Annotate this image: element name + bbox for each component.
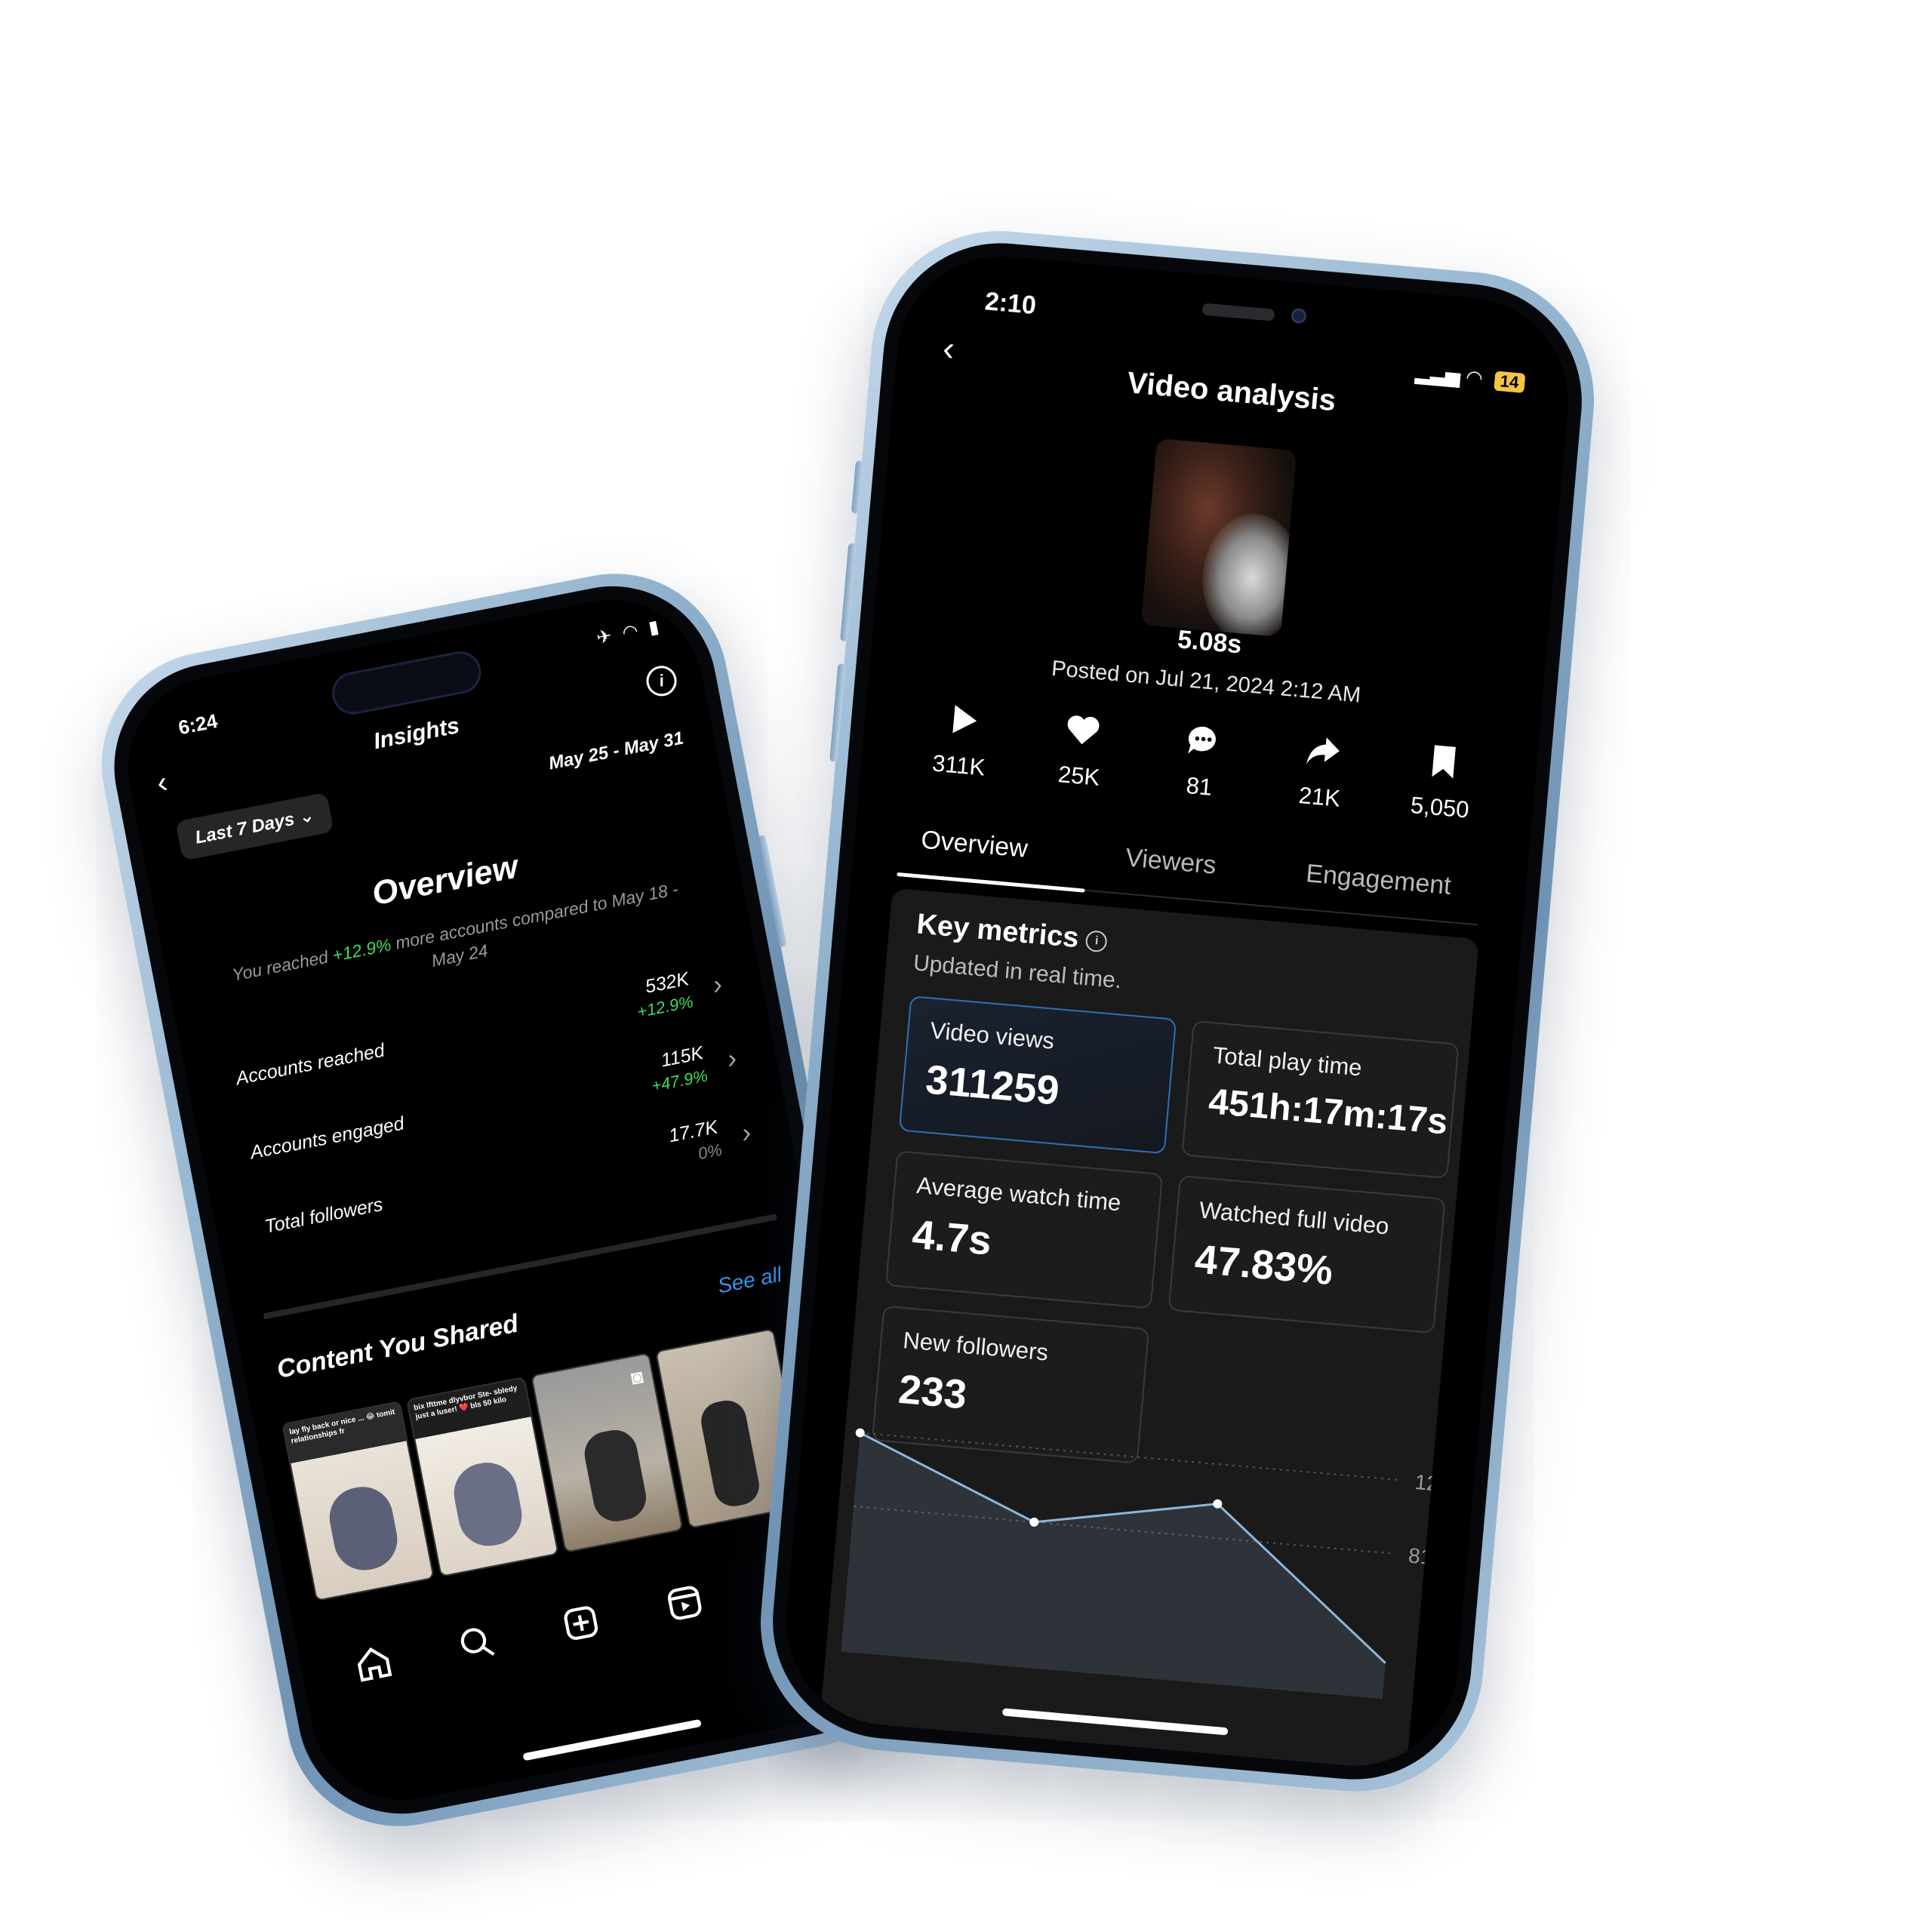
bookmark-icon [1432,745,1456,779]
signal-icon: ▂▃▅ [1414,361,1462,388]
key-metrics-title-text: Key metrics [915,908,1081,955]
reels-icon[interactable] [663,1581,707,1626]
video-thumbnail[interactable] [1140,438,1297,638]
play-icon [952,705,977,734]
earpiece [1201,303,1275,321]
row-label: Total followers [263,1193,385,1238]
metric-average-watch-time[interactable]: Average watch time 4.7s [884,1150,1164,1309]
row-delta: +47.9% [650,1066,709,1096]
active-tab-indicator [897,872,1085,893]
thumbnail-figure [697,1397,763,1510]
key-metrics-subtitle: Updated in real time. [912,950,1123,994]
date-range-dropdown[interactable]: Last 7 Days ⌄ [175,792,334,861]
summary-text-pre: You reached [230,946,335,985]
create-icon[interactable] [558,1601,603,1645]
see-all-link[interactable]: See all [715,1263,783,1299]
video-analysis-screen: 2:10 ▂▃▅ ◠ 14 ‹ Video analysis 5.08s Pos… [777,248,1577,1775]
thumbnail-caption: lay fly back or nice ... 😂 tomit relatio… [288,1407,396,1446]
stat-value: 25K [1057,761,1101,791]
chevron-right-icon: › [738,1116,754,1149]
wifi-icon: ◠ [1465,365,1484,390]
tab-viewers[interactable]: Viewers [1124,843,1217,880]
stat-shares: 21K [1262,725,1382,816]
status-time: 2:10 [983,287,1038,321]
chart-y-tick-label: 81K [1407,1543,1434,1570]
status-icons: ✈ ◠ ▮ [595,616,664,649]
chevron-down-icon: ⌄ [297,804,316,829]
views-chart-svg: 122K 81K [841,1428,1466,1700]
thumbnail-figure [448,1457,528,1552]
stat-value: 81 [1185,771,1214,801]
thumbnail-figure [580,1426,651,1525]
thumbnail-figure [324,1481,403,1576]
metric-label: Watched full video [1198,1196,1390,1240]
thumbnail-caption: bix lfttme dlyvbor Ste- sbledy just a lu… [413,1384,518,1422]
metric-video-views[interactable]: Video views 311259 [898,995,1177,1155]
heart-icon [1067,715,1100,745]
stat-value: 311K [931,749,986,781]
metric-value: 47.83% [1192,1236,1335,1294]
tab-overview[interactable]: Overview [920,826,1029,864]
content-section-title: Content You Shared [274,1309,521,1384]
battery-icon: 14 [1493,371,1526,393]
row-delta: +12.9% [635,992,695,1022]
date-range-text: May 25 - May 31 [546,728,686,774]
metric-value: 451h:17m:17s [1207,1081,1450,1143]
metric-total-play-time[interactable]: Total play time 451h:17m:17s [1181,1020,1460,1180]
stat-likes: 25K [1021,704,1141,795]
stat-saves: 5,050 [1383,736,1503,826]
camera-icon: ◙ [629,1364,645,1389]
chevron-right-icon: › [724,1041,740,1075]
home-icon[interactable] [352,1641,396,1686]
views-chart: 122K 81K [826,1402,1466,1702]
stat-comments: 81 [1142,715,1262,805]
stat-value: 5,050 [1409,791,1471,823]
front-camera [1291,307,1307,325]
metric-label: Average watch time [915,1171,1122,1217]
search-icon[interactable] [455,1621,500,1666]
metric-label: New followers [902,1327,1050,1366]
metric-label: Video views [929,1017,1056,1054]
tab-engagement[interactable]: Engagement [1305,859,1452,901]
metric-value: 311259 [924,1057,1062,1114]
stat-value: 21K [1297,782,1342,812]
status-icons: ▂▃▅ ◠ 14 [1414,361,1526,394]
metric-value: 4.7s [910,1211,994,1264]
stat-views: 311K [901,694,1021,784]
metric-label: Total play time [1211,1041,1364,1081]
dynamic-island [328,648,485,718]
share-icon [1306,737,1340,764]
page-title: Video analysis [1125,366,1337,418]
date-range-label: Last 7 Days [193,808,297,848]
thumbnail-figure [1197,509,1297,638]
summary-percent: +12.9% [331,934,393,965]
video-analysis-phone: 2:10 ▂▃▅ ◠ 14 ‹ Video analysis 5.08s Pos… [749,220,1605,1802]
row-label: Accounts reached [234,1039,386,1090]
chevron-right-icon: › [709,968,725,1001]
row-delta: 0% [696,1140,724,1164]
key-metrics-title: Key metrics i [915,909,1109,958]
metric-watched-full-video[interactable]: Watched full video 47.83% [1168,1175,1446,1334]
status-time: 6:24 [176,709,220,740]
comment-icon [1188,726,1216,754]
row-label: Accounts engaged [248,1112,406,1164]
info-icon[interactable]: i [1084,930,1109,953]
chart-y-tick-label: 122K [1414,1470,1435,1498]
